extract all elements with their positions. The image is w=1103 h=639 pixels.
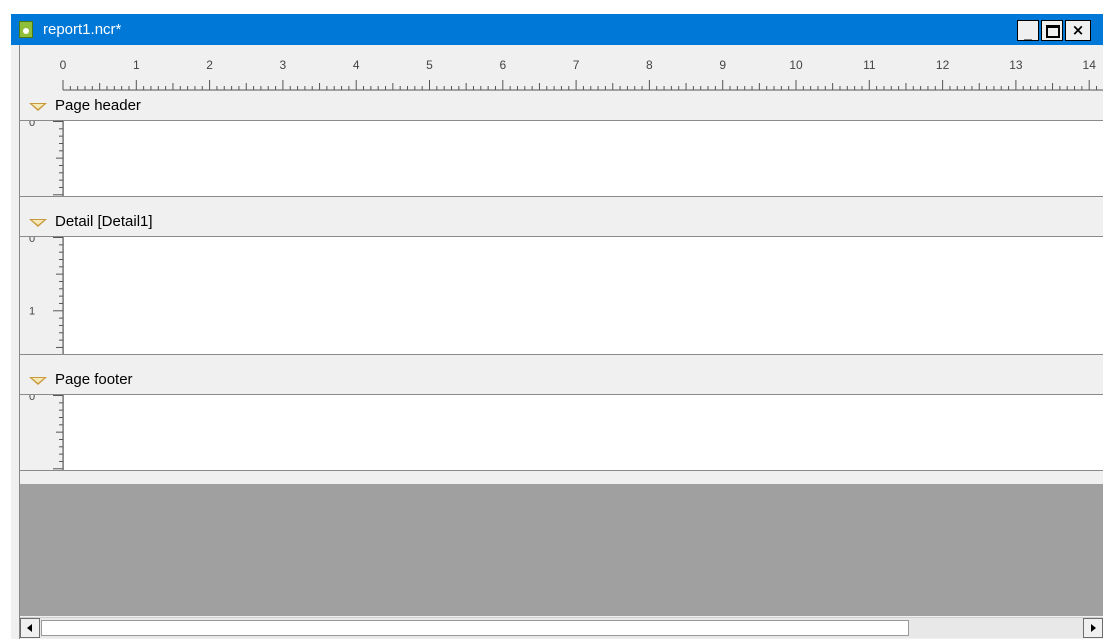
vertical-ruler-graphic: 01 xyxy=(29,237,63,354)
ruler-label: 1 xyxy=(133,58,140,72)
band-label: Page header xyxy=(55,97,141,114)
report-file-icon xyxy=(19,21,33,38)
vertical-ruler-graphic: 0 xyxy=(29,121,63,196)
band-label: Detail [Detail1] xyxy=(55,213,153,230)
ruler-label: 10 xyxy=(789,58,803,72)
vertical-ruler: 0 xyxy=(20,395,64,470)
horizontal-ruler-graphic: 0 1 2 3 4 5 6 7 8 9 10 11 12 13 14 xyxy=(60,58,1103,91)
ruler-label: 13 xyxy=(1009,58,1023,72)
right-arrow-icon[interactable] xyxy=(1083,618,1103,638)
minimize-button[interactable]: _ xyxy=(1017,20,1039,41)
designer-surface: 0 1 2 3 4 5 6 7 8 9 10 11 12 13 14 Page header 0 Detai… xyxy=(19,45,1103,639)
ruler-label: 8 xyxy=(646,58,653,72)
band-header-page-footer[interactable]: Page footer xyxy=(20,365,1103,395)
ruler-label: 6 xyxy=(499,58,506,72)
ruler-label: 0 xyxy=(29,395,35,403)
ruler-label: 2 xyxy=(206,58,213,72)
close-button[interactable]: × xyxy=(1065,20,1091,41)
horizontal-scrollbar[interactable] xyxy=(20,617,1103,638)
vertical-ruler-graphic: 0 xyxy=(29,395,63,470)
ruler-label: 12 xyxy=(936,58,950,72)
vertical-ruler: 01 xyxy=(20,237,64,354)
band-area-page-footer[interactable]: 0 xyxy=(20,395,1103,471)
collapse-triangle-icon[interactable] xyxy=(29,219,47,227)
ruler-label: 3 xyxy=(280,58,287,72)
band-header-page-header[interactable]: Page header xyxy=(20,91,1103,121)
ruler-label: 14 xyxy=(1083,58,1097,72)
ruler-label: 0 xyxy=(29,237,35,245)
ruler-label: 7 xyxy=(573,58,580,72)
horizontal-ruler: 0 1 2 3 4 5 6 7 8 9 10 11 12 13 14 xyxy=(20,45,1103,91)
scrollbar-thumb[interactable] xyxy=(41,620,909,636)
collapse-triangle-icon[interactable] xyxy=(29,103,47,111)
title-bar[interactable]: report1.ncr* _ × xyxy=(11,14,1103,45)
band-area-page-header[interactable]: 0 xyxy=(20,121,1103,197)
ruler-label: 0 xyxy=(60,58,67,72)
maximize-button[interactable] xyxy=(1041,20,1063,41)
report-designer-window: report1.ncr* _ × 0 1 2 3 4 5 6 7 8 9 10 11 12 13 14 Pa… xyxy=(11,14,1103,639)
left-arrow-icon[interactable] xyxy=(20,618,40,638)
ruler-label: 0 xyxy=(29,121,35,129)
window-title: report1.ncr* xyxy=(43,21,122,38)
ruler-label: 9 xyxy=(719,58,726,72)
band-label: Page footer xyxy=(55,371,133,388)
vertical-ruler: 0 xyxy=(20,121,64,196)
ruler-label: 4 xyxy=(353,58,360,72)
ruler-label: 1 xyxy=(29,305,35,317)
ruler-label: 11 xyxy=(863,58,876,72)
band-header-detail[interactable]: Detail [Detail1] xyxy=(20,207,1103,237)
empty-workspace xyxy=(20,476,1103,616)
collapse-triangle-icon[interactable] xyxy=(29,377,47,385)
ruler-label: 5 xyxy=(426,58,433,72)
band-area-detail[interactable]: 01 xyxy=(20,237,1103,355)
